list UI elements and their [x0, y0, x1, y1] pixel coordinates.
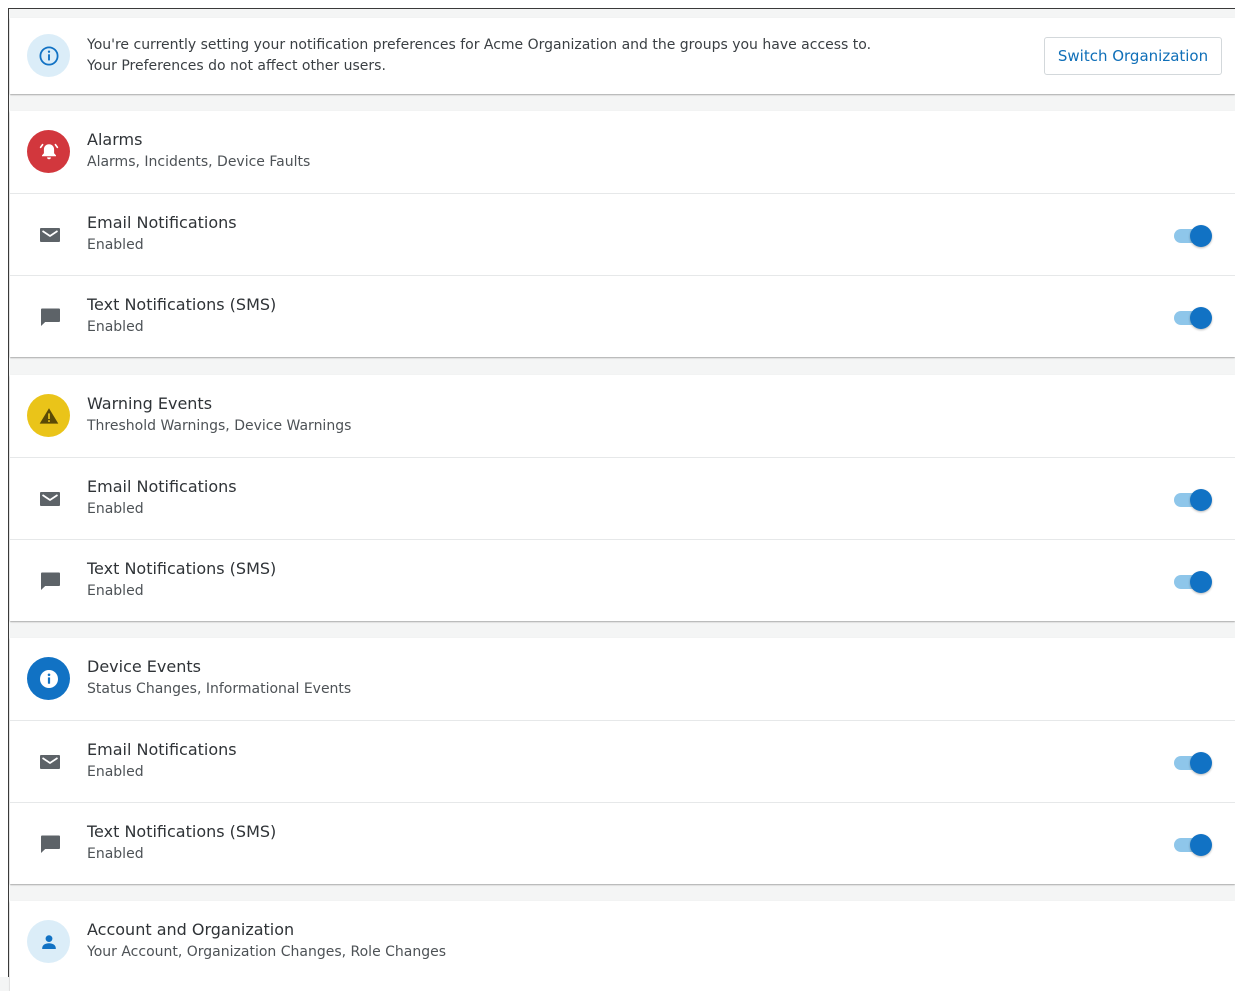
section-header: Account and Organization Your Account, O… [10, 901, 1235, 983]
row-title: Text Notifications (SMS) [87, 559, 277, 578]
sms-notifications-row: Text Notifications (SMS) Enabled [10, 802, 1235, 884]
row-status: Enabled [87, 319, 144, 335]
sms-notifications-toggle[interactable] [1172, 306, 1214, 330]
toggle-knob [1190, 752, 1212, 774]
row-title: Text Notifications (SMS) [87, 295, 277, 314]
email-notifications-row: Email Notifications Enabled [10, 193, 1235, 275]
person-icon [27, 920, 70, 963]
email-notifications-row: Email Notifications Enabled [10, 720, 1235, 802]
sms-icon [41, 308, 60, 326]
section-subtitle: Threshold Warnings, Device Warnings [87, 418, 352, 434]
section-account-and-organization: Account and Organization Your Account, O… [10, 901, 1235, 991]
info-outline-icon [27, 34, 70, 77]
row-title: Email Notifications [87, 213, 237, 232]
sms-icon [41, 572, 60, 590]
row-status: Enabled [87, 764, 144, 780]
switch-organization-button[interactable]: Switch Organization [1044, 37, 1222, 75]
toggle-knob [1190, 571, 1212, 593]
section-title: Alarms [87, 130, 143, 149]
row-status: Enabled [87, 846, 144, 862]
info-icon [27, 657, 70, 700]
section-title: Account and Organization [87, 920, 295, 939]
sms-notifications-row: Text Notifications (SMS) Enabled [10, 539, 1235, 621]
email-icon [40, 755, 60, 769]
warning-triangle-icon [27, 394, 70, 437]
toggle-knob [1190, 834, 1212, 856]
section-device-events: Device Events Status Changes, Informatio… [10, 638, 1235, 884]
email-notifications-toggle[interactable] [1172, 751, 1214, 775]
banner-message: You're currently setting your notificati… [87, 35, 871, 77]
banner-message-line1: You're currently setting your notificati… [87, 37, 872, 53]
section-subtitle: Status Changes, Informational Events [87, 681, 352, 697]
email-notifications-row: Email Notifications Enabled [10, 457, 1235, 539]
email-notifications-toggle[interactable] [1172, 224, 1214, 248]
row-title: Email Notifications [87, 740, 237, 759]
section-alarms: Alarms Alarms, Incidents, Device Faults … [10, 111, 1235, 357]
row-title: Email Notifications [87, 477, 237, 496]
window-top-border [0, 0, 1235, 9]
row-status: Enabled [87, 237, 144, 253]
window-left-border [0, 8, 9, 977]
toggle-knob [1190, 225, 1212, 247]
alarm-bell-icon [27, 130, 70, 173]
section-title: Warning Events [87, 394, 213, 413]
organization-banner: You're currently setting your notificati… [10, 18, 1235, 94]
toggle-knob [1190, 489, 1212, 511]
section-title: Device Events [87, 657, 201, 676]
email-notifications-toggle[interactable] [1172, 488, 1214, 512]
sms-notifications-row: Text Notifications (SMS) Enabled [10, 275, 1235, 357]
sms-notifications-toggle[interactable] [1172, 570, 1214, 594]
banner-message-line2: Your Preferences do not affect other use… [87, 58, 386, 74]
toggle-knob [1190, 307, 1212, 329]
email-icon [40, 228, 60, 242]
sms-notifications-toggle[interactable] [1172, 833, 1214, 857]
email-icon [40, 492, 60, 506]
section-warning-events: Warning Events Threshold Warnings, Devic… [10, 375, 1235, 621]
row-title: Text Notifications (SMS) [87, 822, 277, 841]
row-status: Enabled [87, 501, 144, 517]
section-subtitle: Your Account, Organization Changes, Role… [87, 944, 447, 960]
section-header: Warning Events Threshold Warnings, Devic… [10, 375, 1235, 457]
section-header: Device Events Status Changes, Informatio… [10, 638, 1235, 720]
row-status: Enabled [87, 583, 144, 599]
section-header: Alarms Alarms, Incidents, Device Faults [10, 111, 1235, 193]
sms-icon [41, 835, 60, 853]
section-subtitle: Alarms, Incidents, Device Faults [87, 154, 311, 170]
